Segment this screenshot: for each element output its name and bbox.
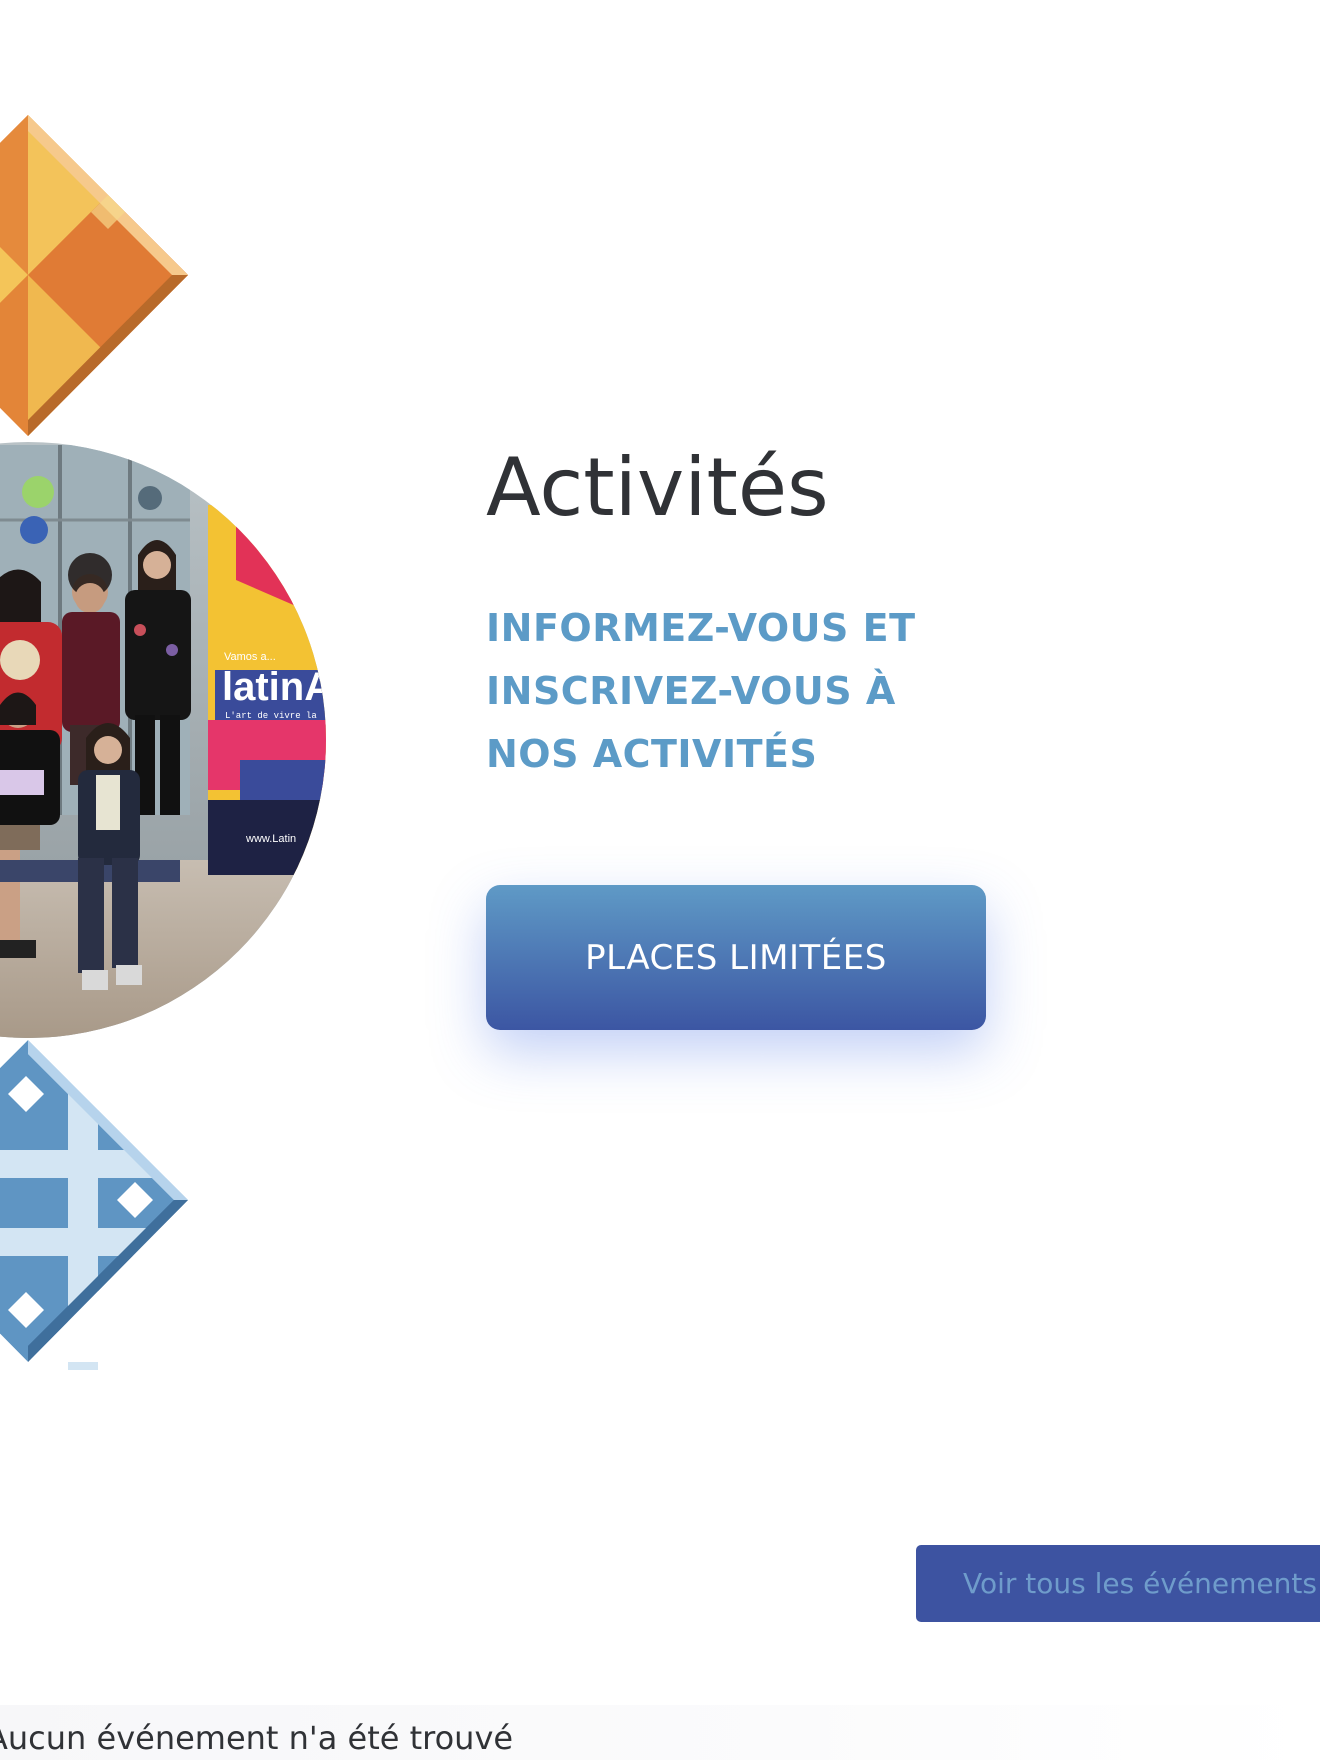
banner-tagline-text: L'art de vivre la: [225, 711, 317, 721]
activities-title: Activités: [486, 441, 829, 534]
orange-diamond-ornament: [0, 115, 188, 436]
activities-subtitle: INFORMEZ-VOUS ET INSCRIVEZ-VOUS À NOS AC…: [486, 597, 966, 786]
group-photo: Vamos a... latinArt L'art de vivre la ww…: [0, 442, 340, 1038]
page: Vamos a... latinArt L'art de vivre la ww…: [0, 0, 1320, 1760]
subtitle-line: NOS ACTIVITÉS: [486, 732, 818, 776]
banner-brand-text: latinArt: [222, 665, 340, 709]
view-all-events-button[interactable]: Voir tous les événements: [916, 1545, 1320, 1622]
decorative-column: Vamos a... latinArt L'art de vivre la ww…: [0, 115, 340, 1370]
subtitle-line: INFORMEZ-VOUS ET: [486, 606, 916, 650]
places-limitees-button[interactable]: PLACES LIMITÉES: [486, 885, 986, 1030]
banner-small-text: Vamos a...: [224, 651, 276, 663]
blue-diamond-ornament: [0, 1040, 340, 1370]
no-events-message: Aucun événement n'a été trouvé: [0, 1719, 514, 1757]
banner-url-text: www.Latin: [245, 833, 296, 845]
subtitle-line: INSCRIVEZ-VOUS À: [486, 669, 896, 713]
